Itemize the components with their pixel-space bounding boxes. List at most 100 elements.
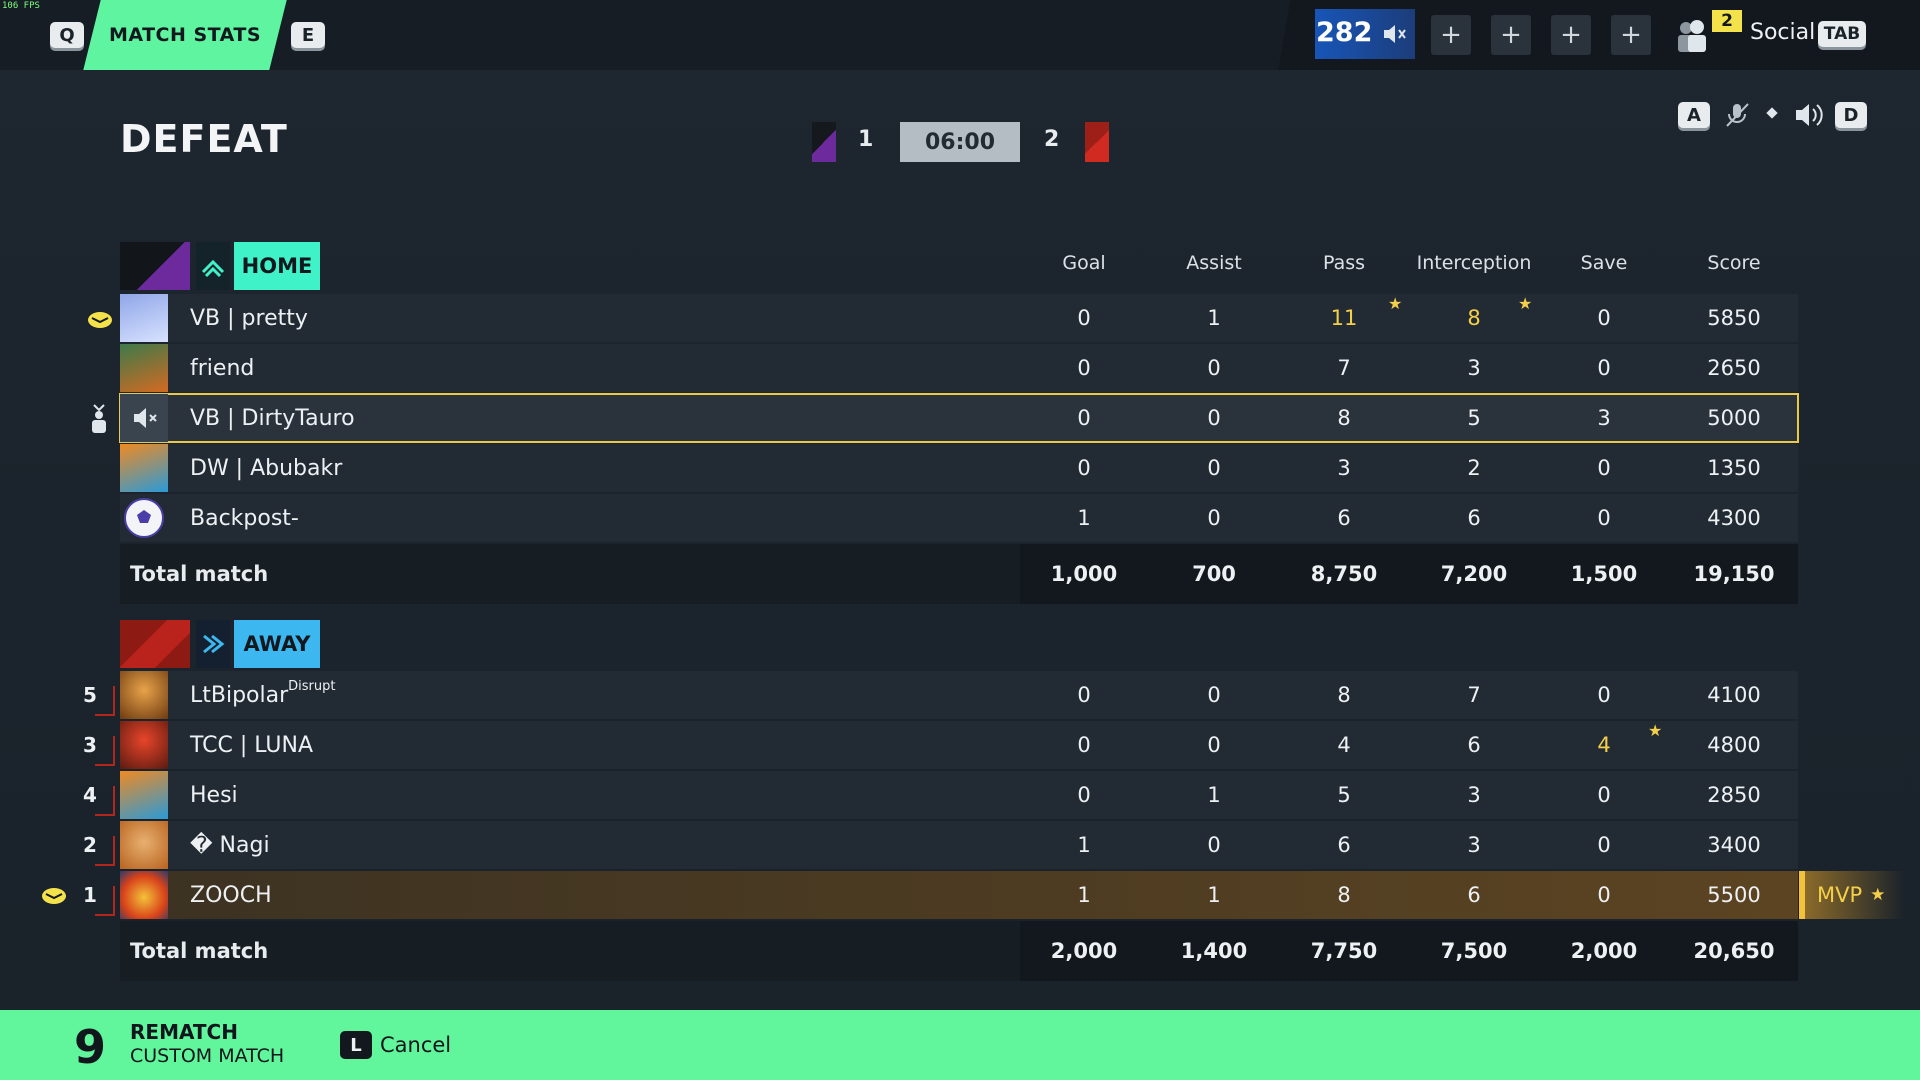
player-row-tcc-luna[interactable]: TCC | LUNA 0 0 4 6 4 ★ 4800 (120, 721, 1798, 769)
player-row-ltbipolar[interactable]: LtBipolar Disrupt 0 0 8 7 0 4100 (120, 671, 1798, 719)
col-score: Score (1707, 252, 1761, 274)
stat-score: 2650 (1707, 356, 1761, 380)
home-score: 1 (858, 127, 874, 152)
stat-interception: 6 (1467, 733, 1481, 757)
prev-tab-key[interactable]: Q (50, 22, 84, 48)
player-name: � Nagi (190, 832, 270, 858)
mute-icon (1381, 21, 1407, 51)
bottom-bar: 9 REMATCH CUSTOM MATCH L Cancel (0, 1010, 1920, 1080)
stat-interception: 6 (1467, 506, 1481, 530)
pass-star-icon: ★ (1388, 294, 1403, 313)
player-name-wrap: LtBipolar Disrupt (190, 671, 335, 719)
stat-goal: 0 (1077, 356, 1091, 380)
player-row-self[interactable]: VB | DirtyTauro 0 0 8 5 3 5000 (119, 393, 1799, 443)
stat-goal: 0 (1077, 306, 1091, 330)
social-badge: 2 (1712, 10, 1742, 32)
stat-pass: 8 (1337, 683, 1351, 707)
friends-icon[interactable] (1673, 18, 1713, 58)
stat-save: 0 (1597, 456, 1611, 480)
stat-goal: 1 (1077, 506, 1091, 530)
player-row-nagi[interactable]: � Nagi 1 0 6 3 0 3400 (120, 821, 1798, 869)
stat-save: 0 (1597, 783, 1611, 807)
stat-save: 0 (1597, 833, 1611, 857)
col-goal: Goal (1062, 252, 1106, 274)
player-avatar (120, 394, 168, 442)
player-row-abubakr[interactable]: DW | Abubakr 0 0 3 2 0 1350 (120, 444, 1798, 492)
player-avatar (120, 871, 168, 919)
social-key[interactable]: TAB (1818, 21, 1866, 47)
col-interception: Interception (1416, 252, 1532, 274)
cancel-key[interactable]: L (340, 1031, 372, 1059)
away-total-row: Total match 2,000 1,400 7,750 7,500 2,00… (120, 921, 1798, 981)
rank-bracket (95, 686, 115, 716)
party-leader-icon (40, 884, 68, 910)
cancel-button[interactable]: Cancel (380, 1033, 451, 1057)
player-tag: Disrupt (288, 678, 336, 694)
stat-save: 4 (1597, 733, 1611, 757)
stat-score: 4100 (1707, 683, 1761, 707)
home-team-flag (812, 122, 836, 162)
mic-muted-icon[interactable] (1722, 100, 1752, 134)
stat-assist: 1 (1207, 783, 1221, 807)
player-name: friend (190, 355, 255, 381)
stat-pass: 6 (1337, 506, 1351, 530)
stat-score: 2850 (1707, 783, 1761, 807)
invite-slot-4-button[interactable]: + (1611, 15, 1651, 55)
stat-assist: 0 (1207, 356, 1221, 380)
total-goal: 2,000 (1050, 939, 1118, 963)
match-timer: 06:00 (900, 122, 1020, 162)
audio-right-key[interactable]: D (1835, 102, 1867, 128)
stat-assist: 0 (1207, 683, 1221, 707)
total-assist: 700 (1192, 562, 1236, 586)
stat-interception: 3 (1467, 783, 1481, 807)
stat-score: 3400 (1707, 833, 1761, 857)
player-name: DW | Abubakr (190, 455, 343, 481)
player-name: VB | pretty (190, 305, 308, 331)
col-assist: Assist (1186, 252, 1242, 274)
stat-goal: 0 (1077, 783, 1091, 807)
stat-pass: 11 (1330, 306, 1358, 330)
speaker-icon[interactable] (1793, 100, 1825, 134)
party-count-box[interactable]: 282 (1315, 9, 1415, 59)
party-count: 282 (1316, 17, 1373, 48)
player-row-backpost[interactable]: Backpost- 1 0 6 6 0 4300 (120, 494, 1798, 542)
save-star-icon: ★ (1648, 721, 1663, 740)
player-row-friend[interactable]: friend 0 0 7 3 0 2650 (120, 344, 1798, 392)
stat-goal: 0 (1077, 683, 1091, 707)
col-pass: Pass (1322, 252, 1366, 274)
stat-interception: 3 (1467, 356, 1481, 380)
stat-score: 4800 (1707, 733, 1761, 757)
mvp-badge: MVP ★ (1799, 871, 1905, 919)
player-row-zooch[interactable]: ZOOCH 1 1 8 6 0 5500 (120, 871, 1798, 919)
invite-slot-2-button[interactable]: + (1491, 15, 1531, 55)
rematch-button[interactable]: REMATCH (130, 1020, 238, 1044)
player-avatar (120, 821, 168, 869)
home-total-row: Total match 1,000 700 8,750 7,200 1,500 … (120, 544, 1798, 604)
stat-interception: 6 (1467, 883, 1481, 907)
player-row-vb-pretty[interactable]: VB | pretty 0 1 11 ★ 8 ★ 0 5850 (120, 294, 1798, 342)
stat-save: 0 (1597, 506, 1611, 530)
invite-slot-3-button[interactable]: + (1551, 15, 1591, 55)
stat-pass: 3 (1337, 456, 1351, 480)
player-avatar (120, 771, 168, 819)
audio-left-key[interactable]: A (1678, 102, 1710, 128)
stat-score: 4300 (1707, 506, 1761, 530)
next-tab-key[interactable]: E (291, 22, 325, 48)
total-interception: 7,500 (1440, 939, 1508, 963)
player-name: Backpost- (190, 505, 299, 531)
stat-assist: 0 (1207, 733, 1221, 757)
social-label[interactable]: Social (1750, 20, 1815, 45)
total-save: 2,000 (1570, 939, 1638, 963)
player-avatar (120, 294, 168, 342)
tab-match-stats[interactable]: MATCH STATS (92, 0, 278, 70)
stat-goal: 1 (1077, 883, 1091, 907)
stat-pass: 8 (1337, 883, 1351, 907)
match-mode-label: CUSTOM MATCH (130, 1045, 285, 1067)
player-row-hesi[interactable]: Hesi 0 1 5 3 0 2850 (120, 771, 1798, 819)
total-score: 19,150 (1693, 562, 1775, 586)
away-score: 2 (1044, 127, 1060, 152)
stat-interception: 3 (1467, 833, 1481, 857)
stat-goal: 0 (1077, 456, 1091, 480)
stat-save: 0 (1597, 683, 1611, 707)
invite-slot-1-button[interactable]: + (1431, 15, 1471, 55)
